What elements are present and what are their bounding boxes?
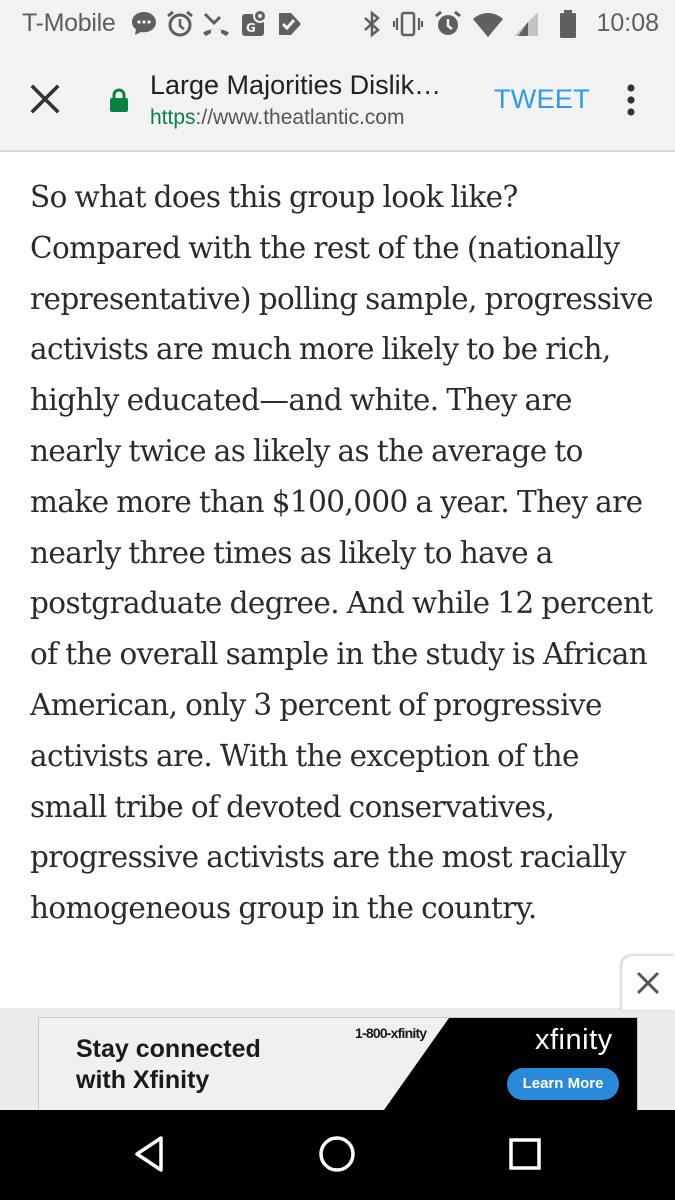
page-title: Large Majorities Dislik… (150, 70, 442, 100)
vibrate-icon (392, 11, 424, 37)
ad-phone-number: 1-800-xfinity (355, 1025, 427, 1041)
wifi-icon (473, 13, 503, 37)
svg-text:G: G (246, 21, 256, 35)
bluetooth-icon (364, 10, 380, 38)
close-icon[interactable] (26, 80, 64, 118)
custom-tab-toolbar: Large Majorities Dislik… https://www.the… (0, 48, 675, 152)
clock: 10:08 (596, 9, 659, 37)
url-host: ://www.theatlantic.com (195, 106, 405, 129)
chat-bubble-icon (132, 12, 156, 35)
ad-headline: Stay connected with Xfinity (76, 1034, 261, 1096)
ad-headline-line: Stay connected (76, 1035, 261, 1063)
alarm-icon (167, 10, 193, 37)
navigation-bar (0, 1110, 675, 1200)
ad-headline-line: with Xfinity (76, 1066, 210, 1094)
maps-icon: G (242, 9, 267, 36)
lock-icon (110, 88, 128, 112)
xfinity-logo: xfinity (535, 1024, 613, 1056)
article-paragraph: So what does this group look like? Compa… (30, 180, 654, 926)
close-icon (636, 971, 660, 995)
battery-icon (560, 10, 576, 38)
home-icon[interactable] (315, 1132, 359, 1176)
carrier-name: T-Mobile (22, 9, 116, 37)
ad-close-button[interactable] (622, 956, 675, 1010)
overflow-menu-icon[interactable] (620, 80, 642, 120)
alarm-icon (435, 10, 461, 35)
learn-more-button[interactable]: Learn More (507, 1068, 619, 1100)
back-icon[interactable] (128, 1132, 172, 1176)
xfinity-ad-banner[interactable]: Stay connected with Xfinity 1-800-xfinit… (38, 1017, 638, 1111)
page-url: https://www.theatlantic.com (150, 106, 404, 130)
recents-icon[interactable] (503, 1132, 547, 1176)
check-flag-icon (279, 13, 301, 35)
article-body: So what does this group look like? Compa… (30, 172, 660, 934)
url-scheme: https (150, 106, 196, 129)
status-bar: T-Mobile G 10:08 (0, 0, 675, 48)
missed-call-icon (203, 12, 229, 36)
signal-icon (514, 12, 538, 36)
tweet-button[interactable]: TWEET (494, 84, 590, 115)
